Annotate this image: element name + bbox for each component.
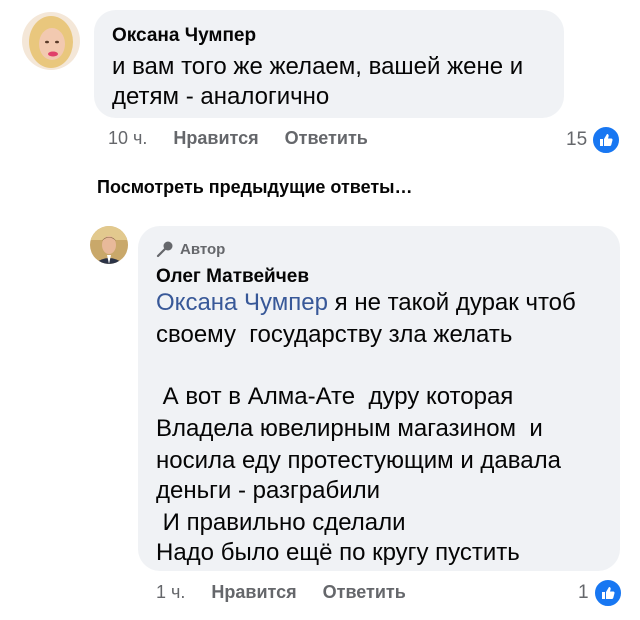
comment-text-line-8: Надо было ещё по кругу пустить	[156, 539, 520, 566]
comment-time[interactable]: 1 ч.	[156, 582, 185, 603]
comment-meta-row: 1 ч. Нравится Ответить	[156, 582, 406, 603]
avatar-oleg[interactable]	[90, 226, 128, 264]
comment-author[interactable]: Оксана Чумпер	[112, 25, 256, 47]
comment-text-line-1-rest: я не такой дурак чтоб	[327, 289, 576, 316]
comment-time[interactable]: 10 ч.	[108, 128, 147, 149]
comment-meta-row: 10 ч. Нравится Ответить	[108, 128, 368, 149]
reply-button[interactable]: Ответить	[285, 128, 368, 149]
reply-button[interactable]: Ответить	[323, 582, 406, 603]
avatar-oksana[interactable]	[22, 12, 80, 70]
author-badge-label: Автор	[180, 240, 226, 258]
comment-text-line-2: своему государству зла желать	[156, 321, 513, 348]
microphone-icon	[156, 240, 174, 258]
comment-text-line-2: детям - аналогично	[112, 83, 330, 110]
comment-author[interactable]: Олег Матвейчев	[156, 266, 309, 288]
reaction-count-value: 1	[578, 582, 589, 603]
like-button[interactable]: Нравится	[173, 128, 258, 149]
comment-text-line-3: А вот в Алма-Ате дуру которая	[156, 383, 514, 410]
view-previous-replies[interactable]: Посмотреть предыдущие ответы…	[97, 177, 413, 198]
thumbs-up-icon	[591, 125, 622, 155]
comment-text-line-6: деньги - разграбили	[156, 477, 381, 504]
comment-bubble-oksana: Оксана Чумпер и вам того же желаем, ваше…	[94, 10, 564, 118]
reaction-count[interactable]: 15	[566, 125, 622, 155]
mention-link[interactable]: Оксана Чумпер	[156, 289, 328, 316]
comment-text-line-4: Владела ювелирным магазином и	[156, 415, 543, 442]
comment-text-line-1: Оксана Чумпер я не такой дурак чтоб	[156, 288, 576, 318]
like-button[interactable]: Нравится	[211, 582, 296, 603]
comment-text-line-7: И правильно сделали	[156, 509, 406, 536]
comment-bubble-oleg: Автор Олег Матвейчев Оксана Чумпер я не …	[138, 226, 620, 571]
comment-text-line-5: носила еду протестующим и давала	[156, 447, 561, 474]
author-badge: Автор	[156, 240, 225, 258]
reaction-count-value: 15	[566, 129, 588, 150]
thumbs-up-icon	[592, 578, 623, 608]
comment-text-line-1: и вам того же желаем, вашей жене и	[112, 53, 524, 80]
reaction-count[interactable]: 1	[578, 578, 623, 608]
